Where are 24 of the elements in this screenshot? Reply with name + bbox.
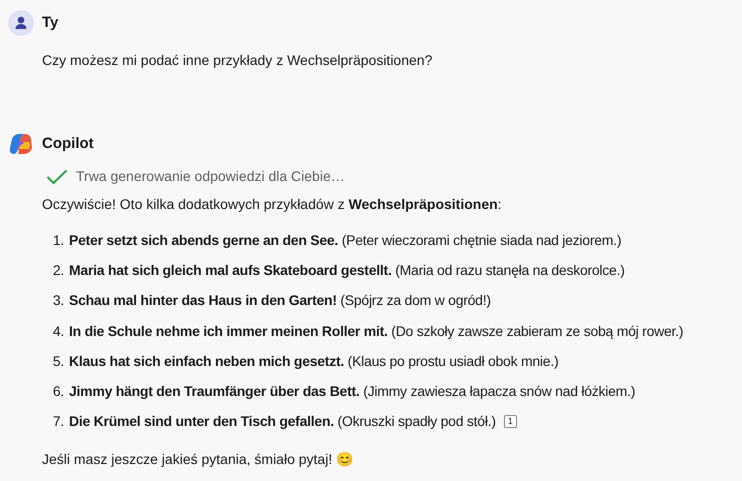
user-avatar-icon	[8, 10, 34, 36]
list-number: 4.	[52, 322, 64, 341]
author-name: Ty	[42, 12, 58, 33]
checkmark-icon	[46, 168, 68, 184]
list-item-text: Klaus hat sich einfach neben mich gesetzt. (Klaus po prostu usiadł obok mnie.)	[69, 352, 558, 371]
list-number: 5.	[52, 352, 64, 371]
list-item-text: Peter setzt sich abends gerne an den See. (Peter wieczorami chętnie siada nad jeziorem.)	[69, 230, 622, 250]
status-text: Trwa generowanie odpowiedzi dla Ciebie…	[76, 167, 345, 186]
list-item-text: Schau mal hinter das Haus in den Garten! (Spójrz za dom w ogród!)	[69, 291, 491, 310]
list-number: 2.	[52, 260, 64, 280]
author-name: Copilot	[42, 134, 94, 154]
list-item-text: Jimmy hängt den Traumfänger über das Bett. (Jimmy zawiesza łapacza snów nad łóżkiem.)	[69, 382, 636, 402]
citation-link[interactable]: 1	[504, 415, 516, 428]
closing-text: Jeśli masz jeszcze jakieś pytania, śmiało pytaj! 😊	[42, 450, 354, 470]
copilot-logo-icon	[8, 131, 34, 157]
list-item-text: Maria hat sich gleich mal aufs Skateboard gestellt. (Maria od razu stanęła na deskorolce.)	[69, 260, 625, 280]
intro-text: Oczywiście! Oto kilka dodatkowych przykładów z Wechselpräpositionen:	[42, 195, 503, 214]
list-number: 7.	[52, 412, 64, 432]
list-number: 6.	[52, 382, 64, 402]
list-item-text: In die Schule nehme ich immer meinen Roller mit. (Do szkoły zawsze zabieram ze sobą mój rower.)	[69, 322, 684, 341]
message-text: Czy możesz mi podać inne przykłady z Wechselpräpositionen?	[42, 51, 434, 70]
list-number: 1.	[52, 230, 64, 250]
list-number: 3.	[52, 291, 64, 310]
list-item-text: Die Krümel sind unter den Tisch gefallen. (Okruszki spadły pod stół.)	[69, 412, 496, 432]
